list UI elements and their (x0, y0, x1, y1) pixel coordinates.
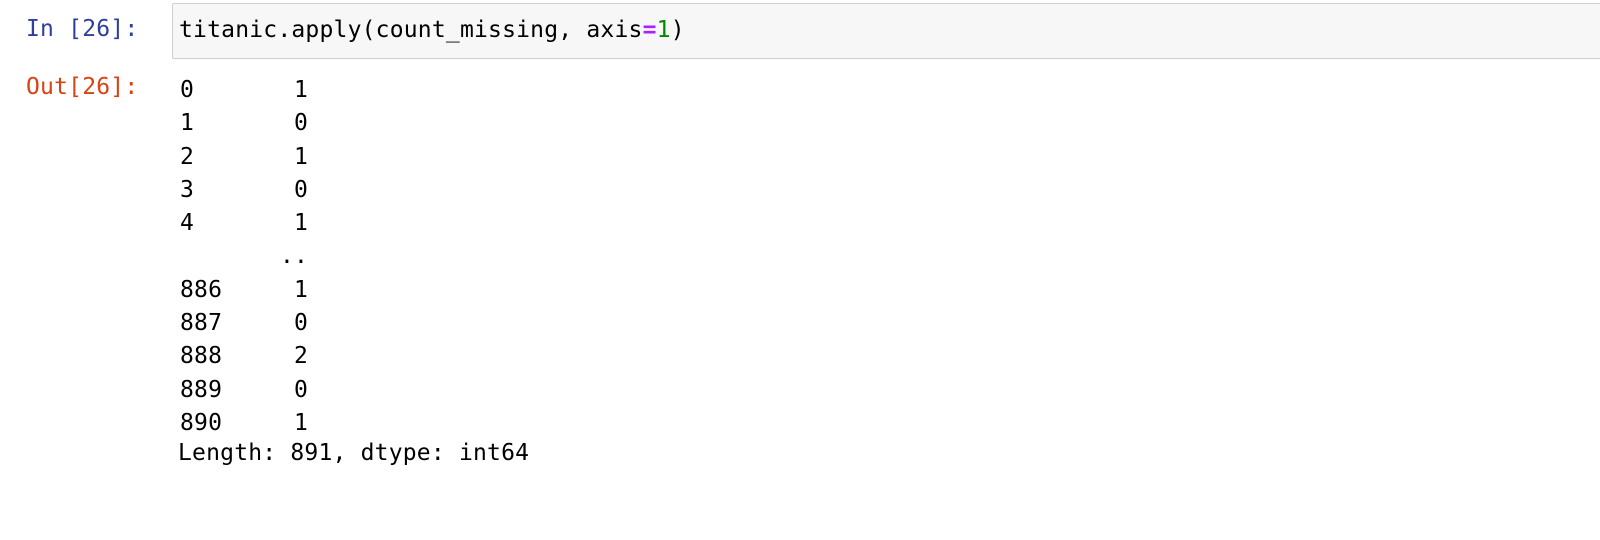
row-index: 0 (180, 77, 195, 103)
row-value: 0 (294, 110, 309, 137)
series-summary: Length: 891, dtype: int64 (178, 440, 530, 466)
row-value: 1 (294, 77, 309, 103)
row-value: 0 (294, 176, 309, 203)
row-index: 2 (180, 143, 195, 170)
output-row: 2 1 (180, 141, 308, 174)
output-ellipsis-row: .. (180, 240, 308, 273)
output-row: 886 1 (180, 274, 308, 307)
ellipsis: .. (280, 243, 309, 270)
code-line[interactable]: titanic.apply(count_missing, axis=1) (179, 17, 685, 43)
row-index: 889 (180, 376, 223, 403)
row-index: 886 (180, 276, 223, 303)
row-index: 888 (180, 343, 223, 370)
row-value: 0 (294, 310, 309, 337)
output-area: 0 1 1 0 2 1 3 0 4 1 .. 886 1 887 0 888 2… (178, 74, 529, 466)
row-value: 1 (294, 143, 309, 170)
code-suffix: ) (670, 17, 685, 43)
row-value: 0 (294, 376, 309, 403)
output-row: 1 0 (180, 107, 308, 140)
output-row: 3 0 (180, 174, 308, 207)
row-value: 2 (294, 343, 309, 370)
row-index: 887 (180, 310, 223, 337)
input-cell: In [26]: titanic.apply(count_missing, ax… (0, 0, 1600, 64)
code-operator: = (642, 17, 657, 43)
code-number: 1 (656, 17, 671, 43)
row-index: 1 (180, 110, 195, 137)
row-index: 4 (180, 210, 195, 237)
output-row: 0 1 (180, 74, 308, 107)
output-row: 890 1 (180, 407, 308, 440)
row-index: 3 (180, 176, 195, 203)
row-value: 1 (294, 409, 309, 436)
output-prompt: Out[26]: (26, 74, 139, 100)
row-index: 890 (180, 409, 223, 436)
code-prefix: titanic.apply(count_missing, axis (179, 17, 643, 43)
row-value: 1 (294, 210, 309, 237)
output-row: 4 1 (180, 207, 308, 240)
output-row: 889 0 (180, 374, 308, 407)
output-row: 887 0 (180, 307, 308, 340)
row-value: 1 (294, 276, 309, 303)
code-editor[interactable]: titanic.apply(count_missing, axis=1) (172, 3, 1600, 59)
input-prompt: In [26]: (26, 16, 139, 42)
output-row: 888 2 (180, 340, 308, 373)
